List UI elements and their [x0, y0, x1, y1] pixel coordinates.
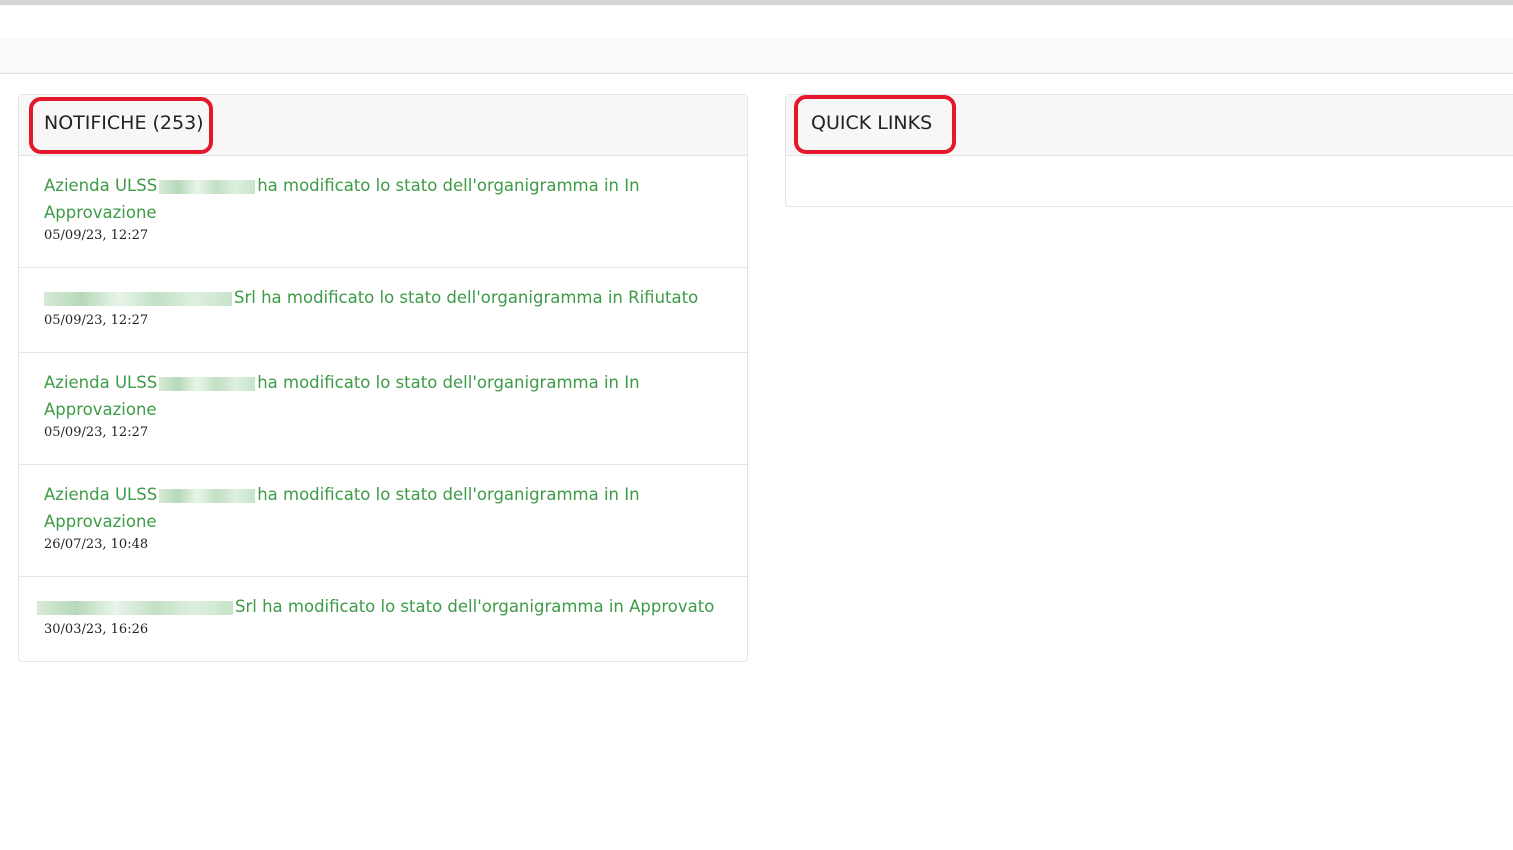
- redacted-name: [159, 488, 256, 503]
- notification-timestamp: 05/09/23, 12:27: [44, 313, 149, 328]
- top-progress-strip: [0, 0, 1513, 5]
- notification-item[interactable]: Srl ha modificato lo stato dell'organigr…: [19, 268, 747, 353]
- redacted-name: [159, 376, 256, 391]
- notification-item[interactable]: Azienda ULSS ha modificato lo stato dell'…: [19, 156, 747, 268]
- quick-links-card: QUICK LINKS: [785, 94, 1513, 207]
- subheader-bar: [0, 38, 1513, 74]
- notification-link[interactable]: Srl ha modificato lo stato dell'organigr…: [37, 593, 727, 620]
- notification-timestamp: 05/09/23, 12:27: [44, 425, 149, 440]
- redacted-name: [159, 179, 256, 194]
- notification-item[interactable]: Azienda ULSS ha modificato lo stato dell'…: [19, 465, 747, 577]
- notification-link[interactable]: Azienda ULSS ha modificato lo stato dell'…: [44, 369, 727, 423]
- quick-links-title: QUICK LINKS: [811, 112, 933, 134]
- notification-timestamp: 05/09/23, 12:27: [44, 228, 149, 243]
- notifications-card-header: NOTIFICHE (253): [19, 95, 747, 156]
- notifications-card: NOTIFICHE (253) Azienda ULSS ha modificat…: [18, 94, 748, 662]
- notification-link[interactable]: Azienda ULSS ha modificato lo stato dell'…: [44, 172, 727, 226]
- redacted-name: [44, 291, 232, 306]
- notification-timestamp: 26/07/23, 10:48: [44, 537, 149, 552]
- notification-link[interactable]: Srl ha modificato lo stato dell'organigr…: [44, 284, 727, 311]
- quick-links-card-header: QUICK LINKS: [786, 95, 1513, 156]
- redacted-name: [37, 600, 233, 615]
- notifications-title: NOTIFICHE (253): [44, 112, 204, 134]
- quick-links-body: [786, 156, 1513, 206]
- notification-timestamp: 30/03/23, 16:26: [44, 622, 149, 637]
- notification-item[interactable]: Srl ha modificato lo stato dell'organigr…: [19, 577, 747, 661]
- notification-link[interactable]: Azienda ULSS ha modificato lo stato dell'…: [44, 481, 727, 535]
- notification-item[interactable]: Azienda ULSS ha modificato lo stato dell'…: [19, 353, 747, 465]
